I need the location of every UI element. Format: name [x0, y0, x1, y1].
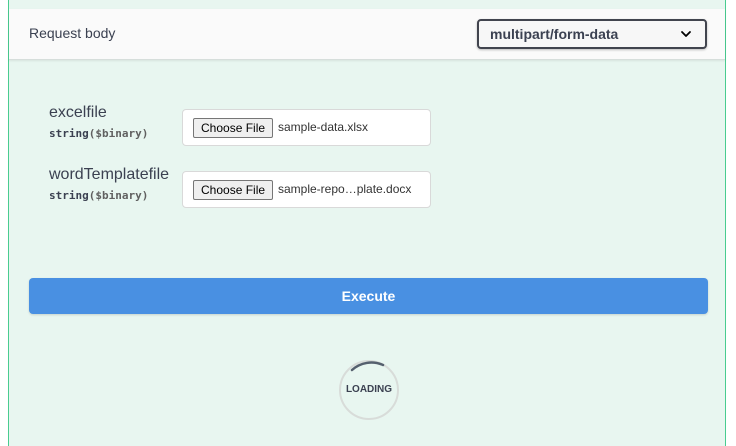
choose-file-button[interactable]: Choose File	[193, 118, 274, 138]
param-type-format: ($binary)	[88, 189, 149, 202]
wordtemplatefile-file-input[interactable]: Choose File sample-repo…plate.docx	[182, 171, 431, 208]
param-name: wordTemplatefile	[49, 166, 170, 183]
param-type-name: string	[49, 189, 89, 202]
choose-file-button[interactable]: Choose File	[193, 180, 274, 200]
content-type-value: multipart/form-data	[490, 26, 619, 42]
loading-spinner: LOADING	[338, 359, 400, 421]
selected-file-name: sample-repo…plate.docx	[278, 182, 412, 196]
param-type: string($binary)	[49, 189, 148, 202]
request-body-panel: Request body multipart/form-data excelfi…	[8, 0, 726, 446]
chevron-down-icon	[681, 31, 691, 37]
execute-button[interactable]: Execute	[29, 278, 708, 314]
panel-top-strip	[9, 0, 725, 9]
request-body-title: Request body	[29, 25, 116, 41]
request-body-header: Request body multipart/form-data	[9, 9, 725, 60]
param-name: excelfile	[49, 104, 107, 121]
loading-label: LOADING	[345, 384, 393, 395]
content-type-select[interactable]: multipart/form-data	[477, 19, 707, 49]
param-type: string($binary)	[49, 127, 148, 140]
selected-file-name: sample-data.xlsx	[278, 120, 369, 134]
param-type-format: ($binary)	[88, 127, 149, 140]
param-type-name: string	[49, 127, 89, 140]
excelfile-file-input[interactable]: Choose File sample-data.xlsx	[182, 109, 431, 146]
